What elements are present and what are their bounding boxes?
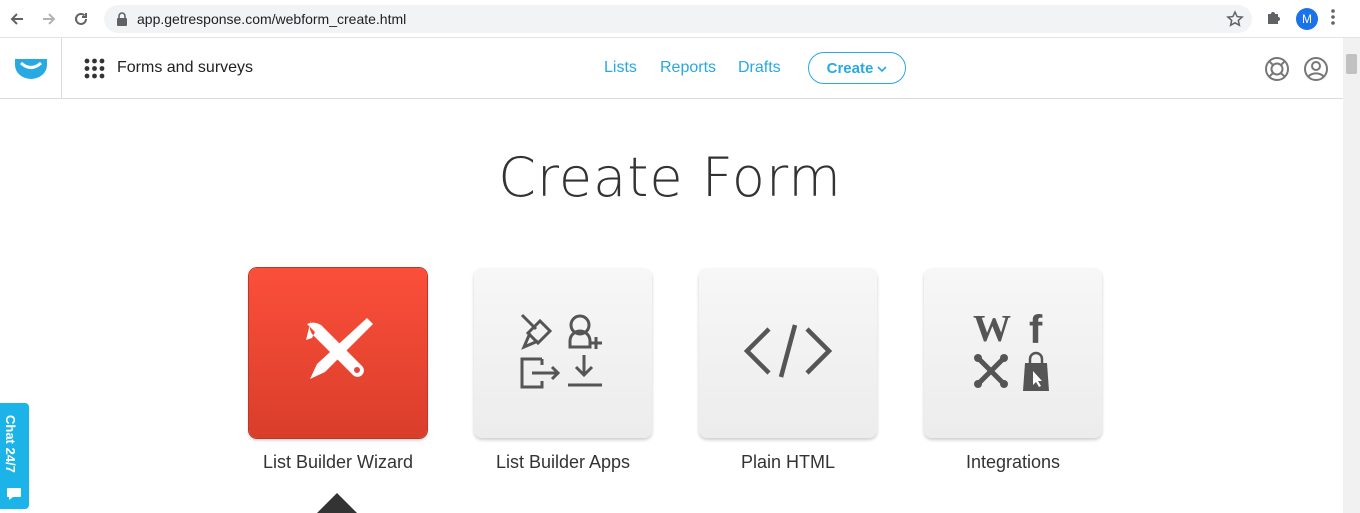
forward-icon[interactable] [38, 8, 60, 30]
tools-icon [297, 310, 379, 397]
tile-list-builder-wizard[interactable]: List Builder Wizard [249, 268, 427, 473]
back-icon[interactable] [6, 8, 28, 30]
chat-tab[interactable]: Chat 24/7 [0, 403, 29, 509]
account-user-icon[interactable] [1303, 56, 1329, 87]
nav-drafts[interactable]: Drafts [738, 59, 781, 77]
vertical-scrollbar[interactable] [1343, 38, 1360, 513]
nav-reports[interactable]: Reports [660, 59, 716, 77]
apps-icon [518, 311, 608, 396]
chat-label: Chat 24/7 [3, 415, 18, 473]
tile-label: List Builder Apps [495, 452, 631, 472]
section-title: Forms and surveys [117, 59, 254, 76]
code-icon [743, 323, 833, 384]
tile-button[interactable]: W f [924, 268, 1102, 438]
create-button-label: Create [826, 59, 874, 77]
tile-label: Plain HTML [740, 452, 836, 472]
tile-plain-html[interactable]: Plain HTML [699, 268, 877, 473]
address-bar[interactable]: app.getresponse.com/webform_create.html [104, 5, 1252, 33]
tile-button[interactable] [699, 268, 877, 438]
tile-button[interactable] [249, 268, 427, 438]
tile-label: Integrations [965, 452, 1061, 472]
tile-button[interactable] [474, 268, 652, 438]
tile-label: List Builder Wizard [262, 452, 414, 472]
browser-toolbar: app.getresponse.com/webform_create.html … [0, 0, 1360, 38]
getresponse-logo[interactable] [0, 38, 62, 98]
lock-icon [116, 12, 128, 31]
menu-kebab-icon[interactable] [1330, 8, 1336, 31]
nav-lists[interactable]: Lists [604, 59, 637, 77]
reload-icon[interactable] [70, 8, 92, 30]
chevron-down-icon [877, 60, 887, 77]
chat-bubble-icon [6, 487, 22, 506]
tile-list-builder-apps[interactable]: List Builder Apps [474, 268, 652, 473]
svg-text:W: W [973, 309, 1011, 350]
app-header: Forms and surveys Lists Reports Drafts C… [0, 38, 1343, 99]
url-text: app.getresponse.com/webform_create.html [137, 11, 407, 27]
selection-pointer-arrow [317, 493, 357, 513]
integrations-icon: W f [971, 308, 1055, 398]
svg-text:f: f [1029, 309, 1043, 352]
create-button[interactable]: Create [808, 52, 906, 84]
apps-grid-icon[interactable] [84, 58, 105, 84]
profile-avatar[interactable]: M [1296, 8, 1318, 30]
page-title: Create Form [498, 146, 842, 209]
scroll-thumb[interactable] [1346, 54, 1357, 74]
bookmark-star-icon[interactable] [1226, 10, 1244, 33]
extensions-icon[interactable] [1265, 8, 1283, 31]
tile-integrations[interactable]: W f Integrations [924, 268, 1102, 473]
help-lifebuoy-icon[interactable] [1264, 56, 1290, 87]
